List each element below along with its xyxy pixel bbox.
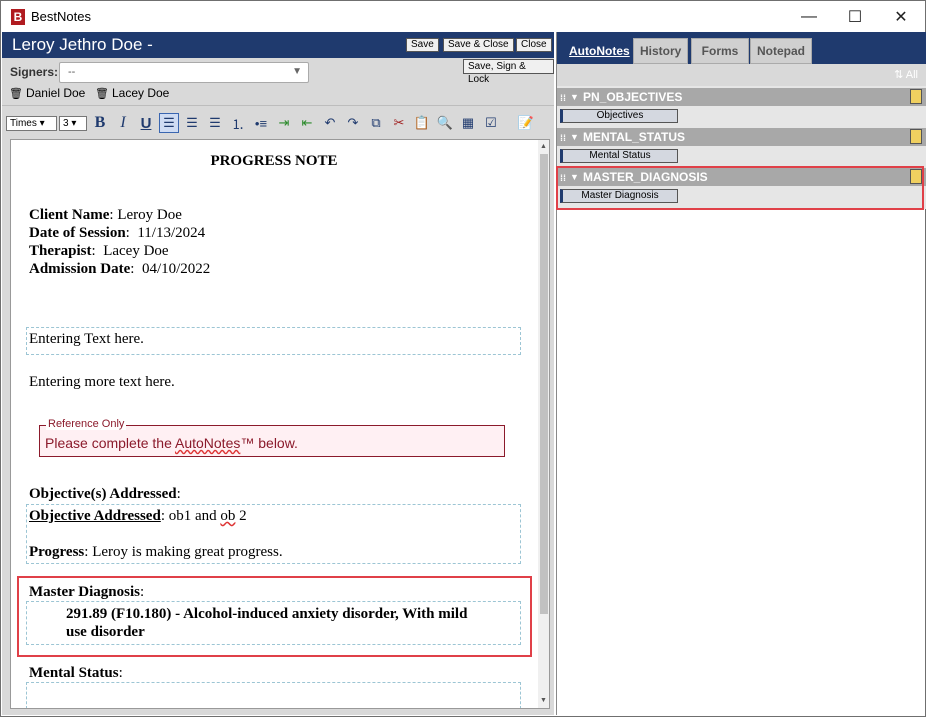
reference-text: Please complete the AutoNotes™ below. xyxy=(45,435,298,451)
italic-icon[interactable]: I xyxy=(113,113,133,133)
chevron-down-icon: ▼ xyxy=(292,66,302,77)
section-mental-status[interactable]: ⁞⁞ ▼ MENTAL_STATUS xyxy=(557,128,926,146)
drag-handle-icon[interactable]: ⁞⁞ xyxy=(560,129,566,147)
align-left-icon[interactable]: ☰ xyxy=(159,113,179,133)
document-title: PROGRESS NOTE xyxy=(210,153,338,169)
editor-toolbar: Times ▾ 3 ▾ B I U ☰ ☰ ☰ ⒈ •≡ ⇥ ⇤ ↶ ↷ ⧉ ✂… xyxy=(2,105,554,135)
signers-placeholder: -- xyxy=(68,66,76,78)
master-diagnosis-line1: 291.89 (F10.180) - Alcohol-induced anxie… xyxy=(66,606,468,622)
maximize-button[interactable]: ☐ xyxy=(832,1,878,32)
insert-note-icon[interactable] xyxy=(910,129,922,144)
undo-icon[interactable]: ↶ xyxy=(320,113,340,133)
paste-icon[interactable]: 📋 xyxy=(412,113,432,133)
signer-lacey[interactable]: 🗑 Lacey Doe xyxy=(95,86,169,100)
session-date-line: Date of Session: 11/13/2024 xyxy=(29,225,206,241)
save-button[interactable]: Save xyxy=(406,38,439,52)
trash-icon[interactable]: 🗑 xyxy=(9,87,23,100)
minimize-button[interactable]: — xyxy=(786,1,832,32)
editor-scrollbar[interactable]: ▲ ▼ xyxy=(538,140,549,708)
insert-note-icon[interactable] xyxy=(910,89,922,104)
patient-name: Leroy Jethro Doe - xyxy=(12,35,153,54)
collapse-arrow-icon[interactable]: ▼ xyxy=(570,88,579,106)
master-diagnosis-heading: Master Diagnosis: xyxy=(29,584,145,600)
font-select[interactable]: Times ▾ xyxy=(6,116,57,131)
tab-history[interactable]: History xyxy=(633,38,689,64)
tab-bar: AutoNotes History Forms Notepad xyxy=(557,32,926,64)
admission-date-line: Admission Date: 04/10/2022 xyxy=(29,261,211,277)
autonotes-sections: ⁞⁞ ▼ PN_OBJECTIVES Objectives ⁞⁞ ▼ MENTA… xyxy=(556,86,926,210)
scroll-thumb[interactable] xyxy=(540,154,548,614)
font-size-select[interactable]: 3 ▾ xyxy=(59,116,87,131)
mental-status-block[interactable] xyxy=(26,682,521,708)
close-window-button[interactable]: ✕ xyxy=(878,1,924,32)
autonote-mental-status[interactable]: Mental Status xyxy=(560,149,678,163)
master-diagnosis-line2: use disorder xyxy=(66,624,145,640)
autonotes-subbar: ⇅ All xyxy=(557,64,926,86)
client-name-line: Client Name: Leroy Doe xyxy=(29,207,182,223)
title-bar: B BestNotes — ☐ ✕ xyxy=(1,1,925,32)
outdent-icon[interactable]: ⇤ xyxy=(297,113,317,133)
bullet-list-icon[interactable]: •≡ xyxy=(251,113,271,133)
underline-icon[interactable]: U xyxy=(136,113,156,133)
app-window: B BestNotes — ☐ ✕ Leroy Jethro Doe - Sav… xyxy=(0,0,926,717)
autonotes-pane: AutoNotes History Forms Notepad ⇅ All ⁞⁞… xyxy=(556,32,926,715)
redo-icon[interactable]: ↷ xyxy=(343,113,363,133)
signers-dropdown[interactable]: -- ▼ xyxy=(59,62,309,83)
master-diagnosis-section-highlight xyxy=(556,166,924,210)
note-editor-pane: Leroy Jethro Doe - Save Save & Close Clo… xyxy=(2,32,554,715)
tab-autonotes[interactable]: AutoNotes xyxy=(562,38,637,64)
objectives-heading: Objective(s) Addressed: xyxy=(29,486,181,502)
progress-line: Progress: Leroy is making great progress… xyxy=(29,544,283,560)
window-title: BestNotes xyxy=(31,9,91,24)
align-center-icon[interactable]: ☰ xyxy=(182,113,202,133)
note-editor[interactable]: PROGRESS NOTE Client Name: Leroy Doe Dat… xyxy=(10,139,550,709)
signer-daniel[interactable]: 🗑 Daniel Doe xyxy=(9,86,85,100)
reference-legend: Reference Only xyxy=(46,418,127,430)
close-button[interactable]: Close xyxy=(516,38,552,52)
bold-icon[interactable]: B xyxy=(90,113,110,133)
table-icon[interactable]: ▦ xyxy=(458,113,478,133)
section-pn-objectives[interactable]: ⁞⁞ ▼ PN_OBJECTIVES xyxy=(557,88,926,106)
numbered-list-icon[interactable]: ⒈ xyxy=(228,113,248,133)
entering-more-text: Entering more text here. xyxy=(29,374,175,390)
collapse-all-icon: ⇅ xyxy=(894,69,904,81)
save-sign-lock-button[interactable]: Save, Sign & Lock xyxy=(463,59,554,85)
cut-icon[interactable]: ✂ xyxy=(389,113,409,133)
app-logo: B xyxy=(11,9,25,25)
mental-status-heading: Mental Status: xyxy=(29,665,123,681)
expand-all-toggle[interactable]: ⇅ All xyxy=(894,68,918,81)
patient-header: Leroy Jethro Doe - Save Save & Close Clo… xyxy=(2,32,554,58)
therapist-line: Therapist: Lacey Doe xyxy=(29,243,169,259)
align-right-icon[interactable]: ☰ xyxy=(205,113,225,133)
reference-box: Reference Only Please complete the AutoN… xyxy=(39,418,505,457)
note-icon[interactable]: 📝 xyxy=(516,113,536,133)
objective-addressed-line: Objective Addressed: ob1 and ob 2 xyxy=(29,508,247,524)
drag-handle-icon[interactable]: ⁞⁞ xyxy=(560,89,566,107)
trash-icon[interactable]: 🗑 xyxy=(95,87,109,100)
indent-icon[interactable]: ⇥ xyxy=(274,113,294,133)
tab-notepad[interactable]: Notepad xyxy=(750,38,812,64)
copy-icon[interactable]: ⧉ xyxy=(366,113,386,133)
spellcheck-icon[interactable]: 🔍 xyxy=(435,113,455,133)
scroll-up-icon[interactable]: ▲ xyxy=(540,143,547,150)
autonote-objectives[interactable]: Objectives xyxy=(560,109,678,123)
collapse-arrow-icon[interactable]: ▼ xyxy=(570,128,579,146)
checkbox-icon[interactable]: ☑ xyxy=(481,113,501,133)
save-close-button[interactable]: Save & Close xyxy=(443,38,514,52)
tab-forms[interactable]: Forms xyxy=(691,38,749,64)
entering-text: Entering Text here. xyxy=(29,331,144,347)
scroll-down-icon[interactable]: ▼ xyxy=(540,697,547,704)
signers-label: Signers: xyxy=(10,65,59,79)
